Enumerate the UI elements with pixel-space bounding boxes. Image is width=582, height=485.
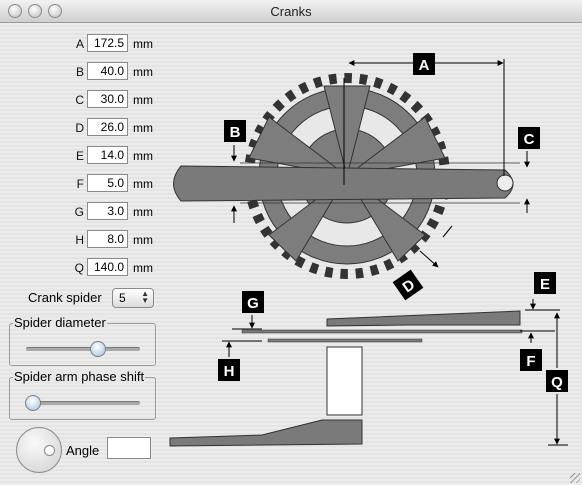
crank-diagram: A B C D G H E F Q — [169, 53, 568, 447]
marker-a-label: A — [419, 57, 430, 74]
marker-q-label: Q — [551, 374, 563, 391]
marker-h-label: H — [224, 363, 235, 380]
window-content: A mm B mm C mm D mm E mm F mm G mm H mm … — [0, 23, 582, 485]
marker-c-label: C — [524, 131, 535, 148]
resize-grip-icon[interactable] — [570, 473, 580, 483]
marker-f-label: F — [526, 353, 535, 370]
marker-b-label: B — [230, 124, 241, 141]
window-title: Cranks — [270, 4, 312, 19]
marker-g-label: G — [247, 295, 259, 312]
title-bar: Cranks — [0, 0, 582, 23]
marker-e-label: E — [540, 276, 550, 293]
